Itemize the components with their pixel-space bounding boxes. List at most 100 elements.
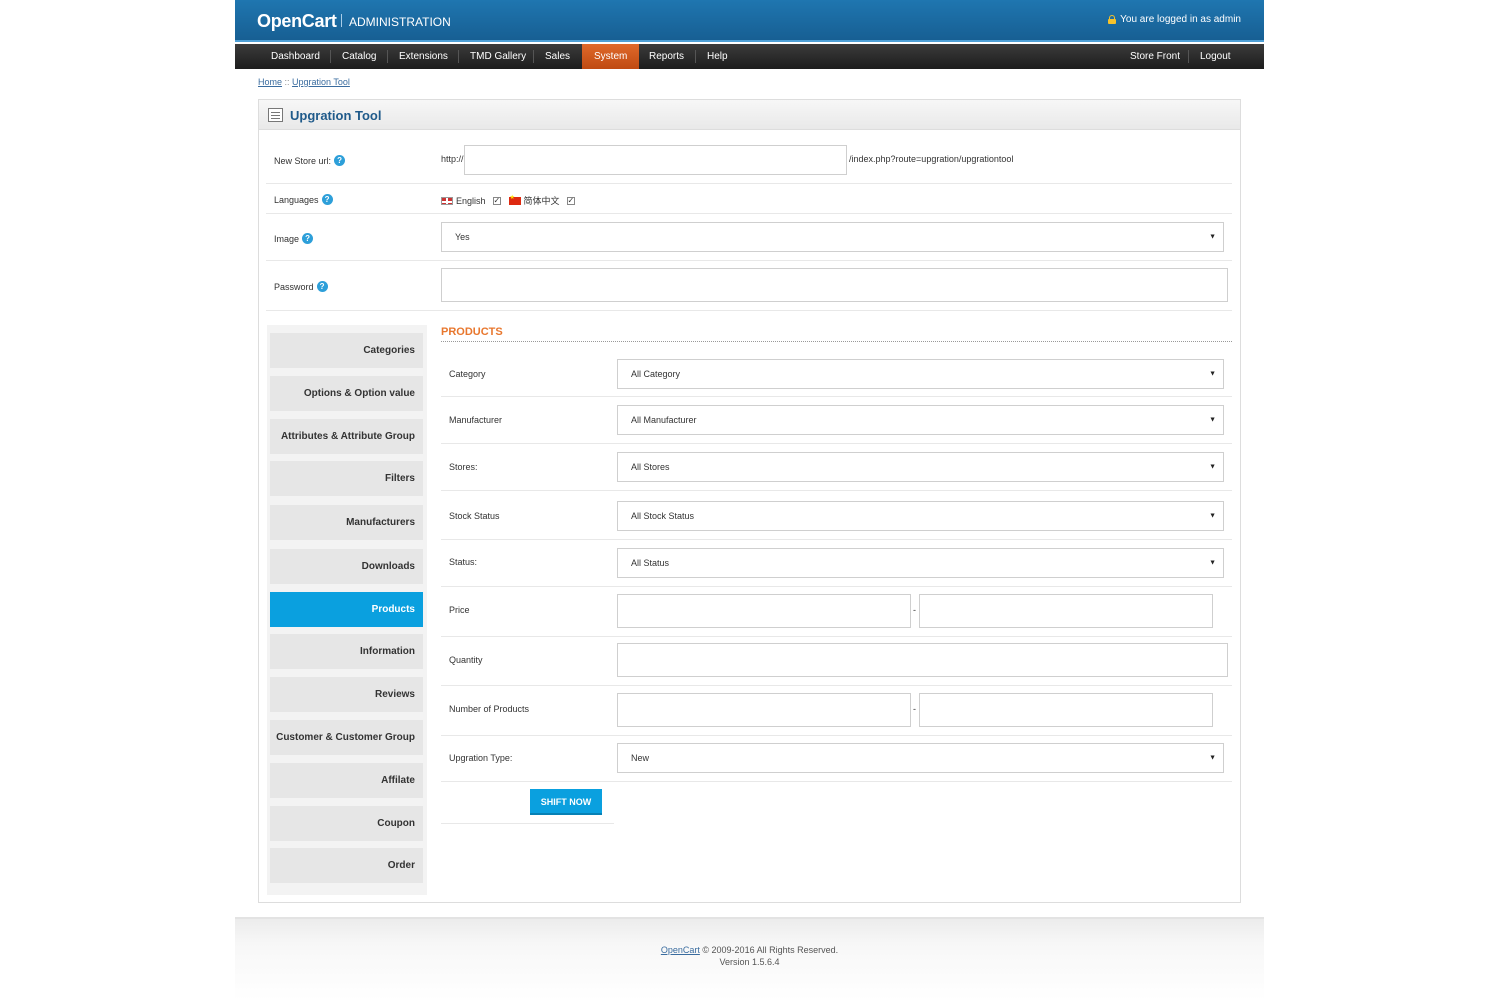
english-flag-icon (441, 196, 453, 205)
help-icon[interactable]: ? (302, 233, 314, 244)
menu-reports[interactable]: Reports (637, 44, 696, 69)
menu-help[interactable]: Help (695, 44, 740, 69)
menu-catalog[interactable]: Catalog (330, 44, 388, 69)
tab-downloads[interactable]: Downloads (270, 549, 423, 584)
tab-information[interactable]: Information (270, 634, 423, 669)
menu-system[interactable]: System (582, 44, 640, 69)
logo[interactable]: OpenCart (257, 11, 337, 32)
help-icon[interactable]: ? (316, 281, 328, 292)
category-label: Category (449, 369, 486, 379)
new-store-url-input[interactable] (464, 145, 847, 175)
image-select[interactable]: Yes ▼ (441, 222, 1224, 252)
menu-extensions[interactable]: Extensions (387, 44, 460, 69)
upgration-type-select[interactable]: New ▼ (617, 743, 1224, 773)
help-icon[interactable]: ? (321, 194, 333, 205)
breadcrumb-current[interactable]: Upgration Tool (292, 77, 350, 87)
row-divider (441, 490, 1232, 491)
footer-version: Version 1.5.6.4 (719, 957, 780, 967)
tab-products[interactable]: Products (270, 592, 423, 627)
china-flag-icon (508, 194, 521, 205)
main-menu: Dashboard Catalog Extensions TMD Gallery… (235, 44, 1264, 69)
dropdown-arrow-icon: ▼ (1209, 370, 1216, 378)
logo-separator (341, 14, 342, 27)
tab-coupon[interactable]: Coupon (270, 806, 423, 841)
quantity-label: Quantity (449, 655, 483, 665)
password-label-text: Password (274, 281, 314, 292)
dropdown-arrow-icon: ▼ (1209, 559, 1216, 567)
url-suffix: /index.php?route=upgration/upgrationtool (849, 154, 1014, 164)
url-prefix: http:// (441, 154, 464, 164)
row-divider (441, 396, 1232, 397)
tab-order[interactable]: Order (270, 848, 423, 883)
password-input[interactable] (441, 268, 1228, 302)
stores-select[interactable]: All Stores ▼ (617, 452, 1224, 482)
dropdown-arrow-icon: ▼ (1209, 416, 1216, 424)
tab-affilate[interactable]: Affilate (270, 763, 423, 798)
menu-dashboard[interactable]: Dashboard (259, 44, 332, 69)
tab-options[interactable]: Options & Option value (270, 376, 423, 411)
image-select-value: Yes (455, 232, 470, 242)
row-divider (266, 310, 1232, 311)
row-divider (441, 735, 1232, 736)
manufacturer-select[interactable]: All Manufacturer ▼ (617, 405, 1224, 435)
languages-label-text: Languages (274, 194, 319, 205)
tab-categories[interactable]: Categories (270, 333, 423, 368)
price-from-input[interactable] (617, 594, 911, 628)
dropdown-arrow-icon: ▼ (1209, 754, 1216, 762)
category-select[interactable]: All Category ▼ (617, 359, 1224, 389)
footer: OpenCart © 2009-2016 All Rights Reserved… (235, 917, 1264, 1000)
tab-reviews[interactable]: Reviews (270, 677, 423, 712)
english-checkbox[interactable]: ✓ (492, 196, 501, 205)
menu-logout[interactable]: Logout (1188, 44, 1243, 69)
shift-now-button[interactable]: SHIFT NOW (530, 789, 602, 815)
row-divider (441, 636, 1232, 637)
help-icon[interactable]: ? (334, 155, 346, 166)
module-icon (268, 108, 283, 122)
tab-customer[interactable]: Customer & Customer Group (270, 720, 423, 755)
stores-select-value: All Stores (631, 462, 670, 472)
tab-manufacturers[interactable]: Manufacturers (270, 505, 423, 540)
price-label: Price (449, 605, 470, 615)
tab-filters[interactable]: Filters (270, 461, 423, 496)
status-select[interactable]: All Status ▼ (617, 548, 1224, 578)
footer-copyright: OpenCart © 2009-2016 All Rights Reserved… (235, 945, 1264, 955)
language-english: English (456, 195, 486, 206)
breadcrumb: Home :: Upgration Tool (258, 77, 350, 87)
footer-copyright-text: © 2009-2016 All Rights Reserved. (702, 945, 839, 955)
products-section-title: PRODUCTS (441, 326, 503, 338)
languages-label: Languages ? (274, 194, 333, 205)
quantity-input[interactable] (617, 643, 1228, 677)
row-divider (441, 781, 1232, 782)
row-divider (266, 183, 1232, 184)
number-of-products-label: Number of Products (449, 704, 530, 714)
panel-header: Upgration Tool (259, 100, 1240, 130)
row-divider (441, 443, 1232, 444)
number-from-input[interactable] (617, 693, 911, 727)
status-label: Status: (449, 557, 478, 567)
header-subtitle: ADMINISTRATION (349, 15, 451, 29)
breadcrumb-home[interactable]: Home (258, 77, 282, 87)
footer-brand-link[interactable]: OpenCart (661, 945, 700, 955)
tab-attributes[interactable]: Attributes & Attribute Group (270, 419, 423, 454)
dropdown-arrow-icon: ▼ (1209, 463, 1216, 471)
price-range-separator: - (913, 605, 916, 615)
new-store-url-label-text: New Store url: (274, 155, 332, 166)
menu-tmd-gallery[interactable]: TMD Gallery (458, 44, 538, 69)
row-divider (266, 213, 1232, 214)
price-to-input[interactable] (919, 594, 1213, 628)
stock-status-select-value: All Stock Status (631, 511, 695, 521)
section-tabs: Categories Options & Option value Attrib… (267, 325, 427, 895)
stock-status-label: Stock Status (449, 511, 500, 521)
menu-sales[interactable]: Sales (533, 44, 582, 69)
language-chinese: 简体中文 (523, 196, 560, 206)
image-label-text: Image (274, 233, 300, 244)
top-header: OpenCart ADMINISTRATION You are logged i… (235, 0, 1264, 42)
chinese-checkbox[interactable]: ✓ (566, 196, 575, 205)
image-label: Image ? (274, 233, 314, 244)
new-store-url-label: New Store url: ? (274, 155, 346, 166)
stock-status-select[interactable]: All Stock Status ▼ (617, 501, 1224, 531)
manufacturer-label: Manufacturer (449, 415, 503, 425)
section-divider (441, 341, 1232, 342)
menu-store-front[interactable]: Store Front (1118, 44, 1192, 69)
number-to-input[interactable] (919, 693, 1213, 727)
